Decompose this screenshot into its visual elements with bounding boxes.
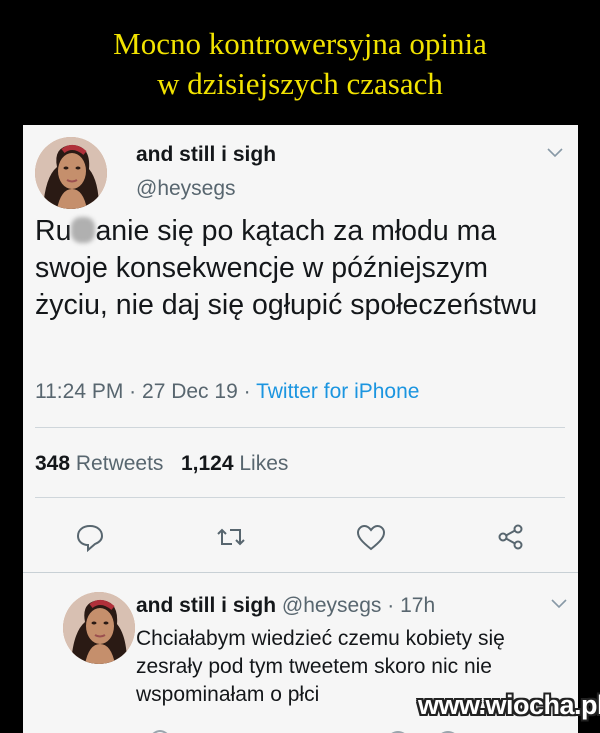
tweet-source[interactable]: Twitter for iPhone bbox=[256, 380, 419, 403]
reply-header: and still i sigh @heysegs · 17h bbox=[136, 594, 435, 618]
tweet-text-rest: anie się po kątach za młodu ma swoje kon… bbox=[35, 215, 538, 321]
retweets-count: 348 bbox=[35, 452, 71, 475]
reply-handle[interactable]: @heysegs bbox=[282, 594, 382, 617]
tweet-display-name[interactable]: and still i sigh bbox=[136, 143, 276, 167]
censor-blur bbox=[71, 217, 96, 243]
watermark: www.wiocha.pl bbox=[418, 690, 600, 720]
reply-icon[interactable] bbox=[75, 522, 105, 552]
meme-title-line-1: Mocno kontrowersyjna opinia bbox=[113, 26, 487, 61]
retweet-icon[interactable] bbox=[216, 522, 246, 552]
meme-title-line-2: w dzisiejszych czasach bbox=[157, 66, 443, 101]
tweet-text-start: Ru bbox=[35, 215, 72, 247]
avatar[interactable] bbox=[35, 137, 107, 209]
tweet-text: Ru anie się po kątach za młodu ma swoje k… bbox=[35, 213, 555, 324]
reply-avatar[interactable] bbox=[63, 592, 135, 664]
reply-age[interactable]: 17h bbox=[400, 594, 435, 617]
meta-separator: · bbox=[243, 380, 251, 403]
reply-actions-row bbox=[152, 730, 455, 733]
tweet-screenshot: and still i sigh @heysegs Ru anie się po … bbox=[23, 125, 578, 733]
share-icon[interactable] bbox=[496, 522, 526, 552]
reply-chevron-down-icon[interactable] bbox=[551, 599, 567, 609]
tweet-handle[interactable]: @heysegs bbox=[136, 177, 236, 201]
tweet-meta: 11:24 PM · 27 Dec 19 · Twitter for iPhon… bbox=[35, 380, 419, 404]
retweets-stat[interactable]: 348 Retweets bbox=[35, 452, 163, 475]
divider bbox=[35, 497, 565, 498]
tweet-stats: 348 Retweets 1,124 Likes bbox=[35, 452, 288, 476]
reply-display-name[interactable]: and still i sigh bbox=[136, 594, 276, 617]
divider bbox=[23, 572, 578, 573]
chevron-down-icon[interactable] bbox=[547, 148, 563, 158]
meta-separator: · bbox=[129, 380, 137, 403]
reply-separator: · bbox=[387, 594, 395, 617]
likes-label: Likes bbox=[239, 452, 289, 475]
likes-count: 1,124 bbox=[180, 452, 234, 475]
tweet-time[interactable]: 11:24 PM bbox=[35, 380, 123, 403]
divider bbox=[35, 427, 565, 428]
like-icon[interactable] bbox=[356, 523, 386, 553]
likes-stat[interactable]: 1,124 Likes bbox=[181, 452, 288, 475]
meme-title: Mocno kontrowersyjna opinia w dzisiejszy… bbox=[0, 24, 600, 104]
retweets-label: Retweets bbox=[75, 452, 164, 475]
tweet-date[interactable]: 27 Dec 19 bbox=[142, 380, 238, 403]
